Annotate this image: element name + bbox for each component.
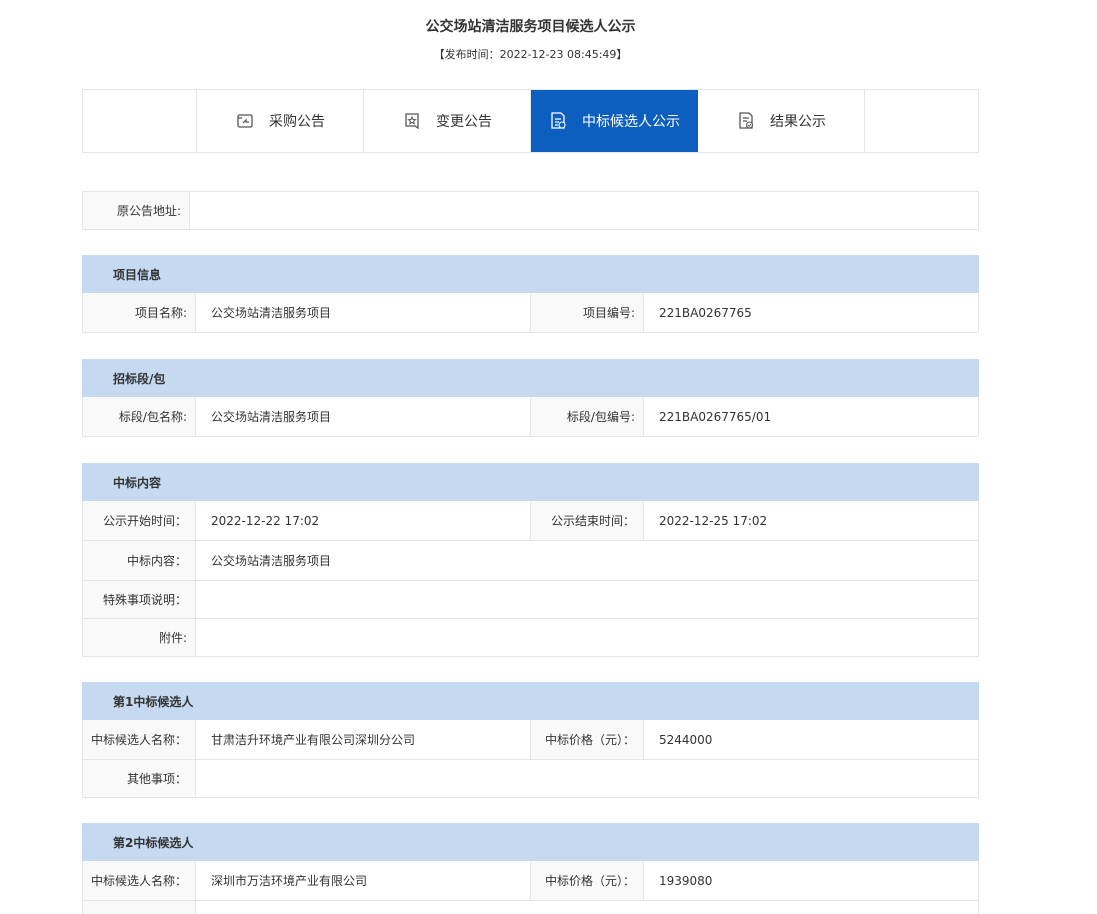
tab-label: 采购公告 (269, 114, 325, 130)
candidate-name-label: 中标候选人名称： (82, 860, 196, 901)
tab-label: 结果公示 (770, 114, 826, 130)
attachment-label: 附件: (82, 618, 196, 657)
notice-start-label: 公示开始时间： (82, 500, 196, 541)
document-upload-icon (235, 111, 255, 131)
award-content-label: 中标内容： (82, 540, 196, 581)
section-name-label: 标段/包名称: (82, 396, 196, 437)
candidate-price-value: 1939080 (643, 860, 979, 901)
original-notice-table: 原公告地址: (82, 191, 979, 230)
notice-tabs: 采购公告 变更公告 中标候选人公示 结果公示 (82, 89, 979, 153)
section-package-table: 招标段/包 标段/包名称: 公交场站清洁服务项目 标段/包编号: 221BA02… (82, 359, 979, 437)
candidate-price-value: 5244000 (643, 719, 979, 760)
tab-label: 中标候选人公示 (582, 114, 680, 130)
candidate-name-value: 甘肃洁升环境产业有限公司深圳分公司 (195, 719, 531, 760)
section-header: 招标段/包 (82, 359, 979, 397)
document-list-icon (548, 111, 568, 131)
section-header: 中标内容 (82, 463, 979, 501)
project-code-value: 221BA0267765 (643, 292, 979, 333)
tab-result-notice[interactable]: 结果公示 (698, 90, 865, 152)
candidate-price-label: 中标价格（元）： (530, 860, 644, 901)
section-header: 第1中标候选人 (82, 682, 979, 720)
other-matters-value (195, 759, 979, 798)
notice-end-label: 公示结束时间： (530, 500, 644, 541)
project-info-table: 项目信息 项目名称: 公交场站清洁服务项目 项目编号: 221BA0267765 (82, 255, 979, 333)
page-title: 公交场站清洁服务项目候选人公示 (425, 19, 636, 35)
candidate-1-table: 第1中标候选人 中标候选人名称： 甘肃洁升环境产业有限公司深圳分公司 中标价格（… (82, 682, 979, 798)
section-name-value: 公交场站清洁服务项目 (195, 396, 531, 437)
tab-label: 变更公告 (436, 114, 492, 130)
project-name-value: 公交场站清洁服务项目 (195, 292, 531, 333)
attachment-value[interactable] (195, 618, 979, 657)
tab-change-notice[interactable]: 变更公告 (364, 90, 531, 152)
candidate-price-label: 中标价格（元）： (530, 719, 644, 760)
special-notes-label: 特殊事项说明： (82, 580, 196, 619)
special-notes-value (195, 580, 979, 619)
section-header: 第2中标候选人 (82, 823, 979, 861)
section-code-value: 221BA0267765/01 (643, 396, 979, 437)
award-content-value: 公交场站清洁服务项目 (195, 540, 979, 581)
notice-start-value: 2022-12-22 17:02 (195, 500, 531, 541)
candidate-2-table: 第2中标候选人 中标候选人名称： 深圳市万洁环境产业有限公司 中标价格（元）： … (82, 823, 979, 914)
original-notice-label: 原公告地址: (82, 191, 190, 230)
award-content-table: 中标内容 公示开始时间： 2022-12-22 17:02 公示结束时间： 20… (82, 463, 979, 657)
document-check-icon (736, 111, 756, 131)
section-header: 项目信息 (82, 255, 979, 293)
other-matters-label: 其他事项： (82, 759, 196, 798)
tab-procurement-notice[interactable]: 采购公告 (197, 90, 364, 152)
candidate-name-label: 中标候选人名称： (82, 719, 196, 760)
tab-spacer-left (83, 90, 197, 152)
section-code-label: 标段/包编号: (530, 396, 644, 437)
tab-candidate-notice[interactable]: 中标候选人公示 (531, 90, 698, 152)
notice-end-value: 2022-12-25 17:02 (643, 500, 979, 541)
other-matters-label (82, 900, 196, 914)
project-code-label: 项目编号: (530, 292, 644, 333)
project-name-label: 项目名称: (82, 292, 196, 333)
candidate-name-value: 深圳市万洁环境产业有限公司 (195, 860, 531, 901)
publish-time: 【发布时间：2022-12-23 08:45:49】 (433, 48, 628, 61)
document-star-icon (402, 111, 422, 131)
original-notice-value[interactable] (189, 191, 979, 230)
other-matters-value (195, 900, 979, 914)
tab-spacer-right (865, 90, 978, 152)
